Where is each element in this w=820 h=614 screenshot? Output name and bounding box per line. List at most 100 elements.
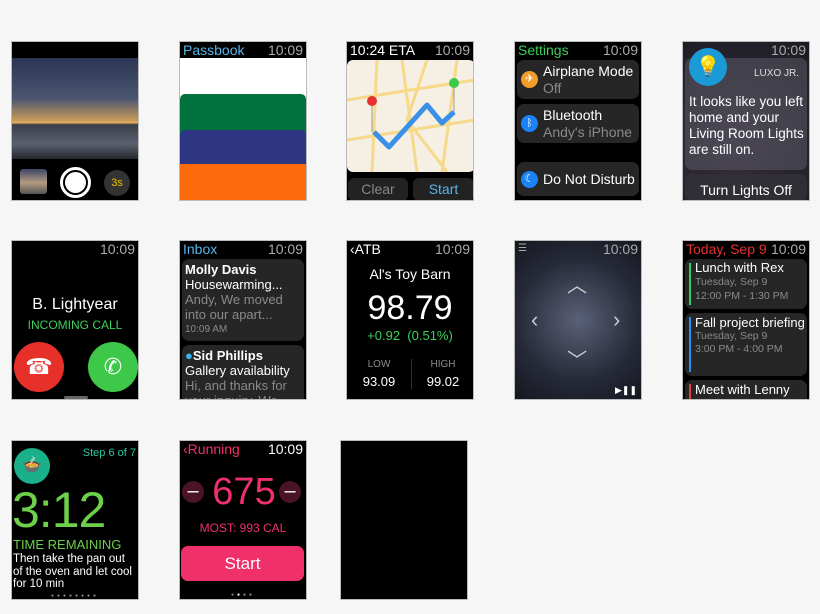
eta-label: 10:24 ETA — [350, 42, 416, 58]
event-color-bar — [689, 263, 691, 305]
message-preview: Andy, We moved into our apart... — [185, 292, 283, 322]
pass-orange[interactable] — [180, 164, 306, 200]
mail-screen: Inbox 10:09 Molly Davis Housewarming... A… — [179, 240, 307, 400]
item-label: Airplane Mode — [543, 63, 634, 79]
event-title: Meet with Lenny — [695, 382, 790, 397]
event-item[interactable]: Lunch with Rex Tuesday, Sep 9 12:00 PM -… — [685, 259, 807, 309]
shutter-button[interactable] — [60, 167, 91, 198]
right-arrow-button[interactable]: › — [613, 307, 620, 333]
end-pin-icon — [449, 78, 459, 88]
step-indicator: Step 6 of 7 — [82, 447, 136, 459]
event-item[interactable]: Fall project briefing Tuesday, Sep 9 3:0… — [685, 313, 807, 376]
event-date: Tuesday, Sep 9 — [695, 276, 768, 288]
clear-button[interactable]: Clear — [348, 178, 408, 200]
workout-screen: ‹Running 10:09 – 675 – MOST: 993 CAL Star… — [179, 440, 307, 600]
bluetooth-toggle[interactable]: ᛒ Bluetooth Andy's iPhone — [517, 104, 639, 143]
message-subject: Housewarming... — [185, 277, 283, 292]
clock: 10:09 — [434, 241, 470, 257]
down-arrow-button[interactable]: ﹀ — [567, 344, 587, 373]
message-preview: Hi, and thanks for your inquiry. We — [185, 378, 287, 399]
pass-blue[interactable] — [180, 130, 306, 168]
message-sender: Sid Phillips — [192, 348, 263, 363]
decline-call-button[interactable]: ☎ — [14, 342, 64, 392]
phone-hangup-icon: ☎ — [25, 354, 53, 379]
clock: 10:09 — [434, 42, 470, 58]
event-color-bar — [689, 317, 691, 372]
item-sub: Andy's iPhone — [543, 124, 633, 140]
last-photo-thumbnail[interactable] — [20, 169, 47, 194]
calendar-screen: Today, Sep 9 10:09 Lunch with Rex Tuesday… — [682, 240, 810, 400]
play-pause-button[interactable]: ▶❚❚ — [615, 385, 637, 396]
turn-lights-off-button[interactable]: Turn Lights Off — [685, 174, 807, 200]
low-value: 93.09 — [362, 374, 396, 389]
item-sub: Off — [543, 80, 562, 96]
clock: 10:09 — [267, 42, 303, 58]
camera-screen: 3s — [11, 41, 139, 201]
best-record: MOST: 993 CAL — [199, 521, 287, 535]
unread-dot-icon: ● — [185, 348, 193, 363]
clock: 10:09 — [99, 241, 135, 257]
app-title: Inbox — [183, 241, 218, 257]
message-sender: Molly Davis — [185, 262, 257, 277]
app-title: Passbook — [183, 42, 245, 58]
event-title: Fall project briefing — [695, 315, 805, 330]
event-date: Tuesday, Sep 9 — [695, 330, 768, 342]
clock: 10:09 — [267, 441, 303, 457]
clock: 10:09 — [770, 241, 806, 257]
event-time: 12:00 PM - 1:30 PM — [695, 290, 789, 302]
moon-icon: ☾ — [521, 171, 538, 188]
notification-screen: 10:09 LUXO JR. It looks like you left ho… — [682, 41, 810, 201]
clock: 10:09 — [770, 42, 806, 58]
call-status: INCOMING CALL — [27, 318, 123, 332]
list-icon[interactable]: ☰ — [518, 241, 527, 257]
up-arrow-button[interactable]: ︿ — [567, 269, 587, 298]
start-pin-icon — [367, 96, 377, 106]
camera-viewfinder — [12, 58, 138, 159]
decrease-button[interactable]: – — [182, 481, 204, 503]
left-arrow-button[interactable]: ‹ — [531, 307, 538, 333]
message-item[interactable]: Molly Davis Housewarming... Andy, We mov… — [182, 259, 304, 341]
lightbulb-icon: 💡 — [689, 48, 727, 86]
event-title: Lunch with Rex — [695, 260, 784, 275]
phone-call-screen: 10:09 B. Lightyear INCOMING CALL ☎ ✆ — [11, 240, 139, 400]
page-dots: ●●●● — [230, 592, 256, 598]
stock-name: Al's Toy Barn — [369, 266, 451, 282]
timer-button[interactable]: 3s — [104, 170, 130, 196]
app-title: Today, Sep 9 — [686, 241, 767, 257]
event-time: 3:00 PM - 4:00 PM — [695, 343, 783, 355]
clock: 10:09 — [602, 42, 638, 58]
message-item[interactable]: ●Sid Phillips Gallery availability Hi, a… — [182, 345, 304, 399]
pass-green[interactable] — [180, 94, 306, 134]
start-button[interactable]: Start — [413, 178, 473, 200]
pot-icon: 🍲 — [14, 448, 50, 484]
stock-change: +0.92 (0.51%) — [367, 328, 453, 343]
calorie-goal: 675 — [212, 471, 276, 513]
high-value: 99.02 — [426, 374, 460, 389]
airplane-icon: ✈ — [521, 71, 538, 88]
back-button[interactable]: ‹ATB — [350, 241, 381, 257]
stocks-screen: ‹ATB 10:09 Al's Toy Barn 98.79 +0.92 (0.5… — [346, 240, 474, 400]
event-item[interactable]: Meet with Lenny — [685, 380, 807, 399]
remote-screen: ☰ 10:09 ︿ ﹀ ‹ › ▶❚❚ — [514, 240, 642, 400]
app-name: LUXO JR. — [753, 68, 799, 79]
increase-button[interactable]: – — [279, 481, 301, 503]
clock: 10:09 — [267, 241, 303, 257]
clock: 10:09 — [602, 241, 638, 257]
blank-screen — [340, 440, 468, 600]
phone-icon: ✆ — [103, 354, 123, 379]
bluetooth-icon: ᛒ — [521, 115, 538, 132]
item-label: Bluetooth — [543, 107, 603, 123]
answer-call-button[interactable]: ✆ — [88, 342, 138, 392]
message-subject: Gallery availability — [185, 363, 290, 378]
high-label: HIGH — [430, 359, 456, 370]
caller-name: B. Lightyear — [32, 296, 118, 313]
back-button[interactable]: ‹Running — [183, 441, 240, 457]
item-label: Do Not Disturb — [543, 171, 635, 187]
start-workout-button[interactable]: Start — [181, 546, 304, 581]
recipe-instruction: Then take the pan out of the oven and le… — [13, 553, 132, 590]
page-handle[interactable] — [64, 396, 88, 399]
do-not-disturb-toggle[interactable]: ☾ Do Not Disturb — [517, 162, 639, 196]
airplane-mode-toggle[interactable]: ✈ Airplane Mode Off — [517, 60, 639, 99]
settings-screen: Settings 10:09 ✈ Airplane Mode Off ᛒ Blue… — [514, 41, 642, 201]
map-view[interactable] — [347, 60, 474, 172]
